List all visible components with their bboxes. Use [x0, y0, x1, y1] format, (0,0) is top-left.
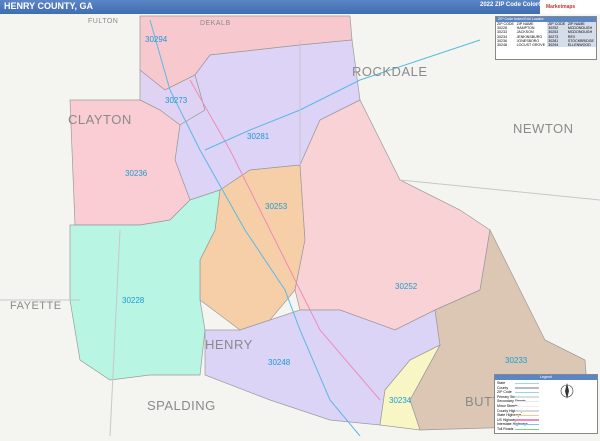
county-label: FAYETTE: [10, 300, 62, 312]
legend-item-label: County: [497, 385, 509, 390]
zip-label: 30281: [247, 132, 270, 141]
legend-line-swatch: [515, 414, 539, 417]
zip-label: 30253: [265, 202, 288, 211]
legend-title: Legend: [495, 375, 597, 380]
legend-item: County Highways: [497, 409, 541, 413]
county-label: HENRY: [205, 337, 253, 352]
header-bar: HENRY COUNTY, GA 2022 ZIP Code ColorCast…: [0, 0, 600, 14]
county-label: SPALDING: [147, 398, 216, 413]
zip-label: 30236: [125, 169, 148, 178]
map-canvas[interactable]: DEKALB FULTON ROCKDALE CLAYTON NEWTON FA…: [0, 14, 600, 437]
legend-item: State Highways: [497, 413, 541, 417]
compass-rose-icon: [560, 383, 574, 399]
legend-line-swatch: [515, 423, 539, 426]
zip-label: 30252: [395, 282, 418, 291]
legend-line-swatch: [515, 419, 539, 421]
legend-item: Toll Roads: [497, 427, 541, 431]
legend-line-swatch: [515, 400, 539, 403]
zip-label: 30294: [145, 35, 168, 44]
legend-item-label: Toll Roads: [497, 427, 514, 431]
legend-item: US Highways: [497, 418, 541, 422]
map-legend: Legend State County ZIP Code Primary Street…: [494, 374, 598, 434]
legend-item-label: State: [497, 381, 506, 385]
legend-line-swatch: [515, 410, 539, 412]
legend-item: State: [497, 381, 541, 385]
zip-index-table: ZIP Code Index/Grid Locator ZIP CODE ZIP …: [495, 16, 597, 60]
county-label: DEKALB: [200, 20, 231, 27]
map-title: HENRY COUNTY, GA: [4, 1, 94, 11]
legend-item: Secondary Streets: [497, 399, 541, 403]
zip-label: 30228: [122, 296, 145, 305]
legend-line-swatch: [515, 387, 539, 389]
zip-label: 30234: [389, 396, 412, 405]
zip-label: 30233: [505, 356, 528, 365]
county-label: ROCKDALE: [352, 64, 428, 79]
county-label: FULTON: [88, 18, 119, 25]
map-svg: [0, 15, 600, 437]
legend-item: Minor Streets: [497, 404, 541, 408]
legend-item: ZIP Code: [497, 390, 541, 394]
zip-label: 30248: [268, 358, 291, 367]
legend-item: Interstate Highways: [497, 422, 541, 426]
table-row: 30248 LOCUST GROVE 30294 ELLENWOOD: [496, 43, 596, 48]
legend-line-swatch: [515, 396, 539, 398]
brand-logo: Marketmaps: [540, 0, 600, 14]
zip-area-30252[interactable]: [294, 99, 491, 331]
legend-item-label: ZIP Code: [497, 390, 512, 395]
county-label: CLAYTON: [68, 112, 132, 127]
legend-line-swatch: [515, 428, 539, 430]
legend-item: Primary Streets: [497, 395, 541, 399]
legend-item: County: [497, 386, 541, 390]
county-label: NEWTON: [513, 121, 574, 136]
legend-line-swatch: [515, 391, 539, 394]
zip-label: 30273: [165, 96, 188, 105]
legend-line-swatch: [515, 405, 539, 407]
legend-line-swatch: [515, 382, 539, 384]
